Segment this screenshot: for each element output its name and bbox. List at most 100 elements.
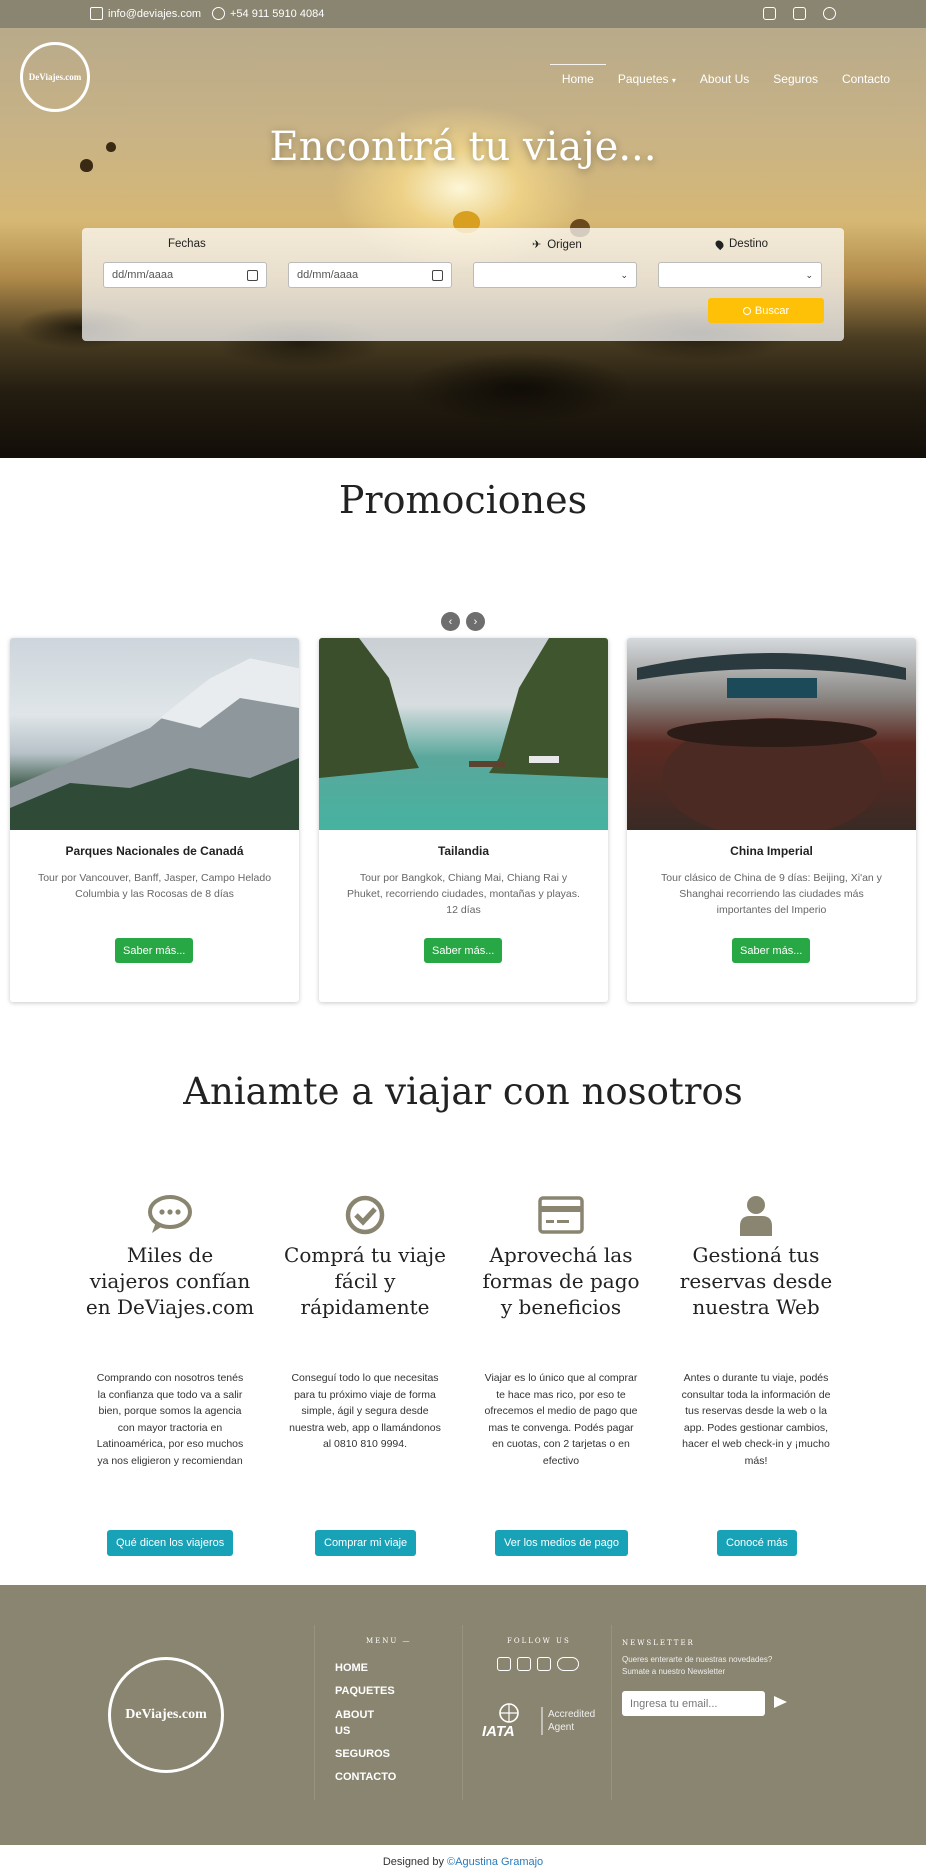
saber-mas-button[interactable]: Saber más... <box>732 938 811 963</box>
calendar-icon[interactable] <box>432 269 443 281</box>
nav-paquetes[interactable]: Paquetes ▾ <box>606 70 688 90</box>
conoce-mas-button[interactable]: Conocé más <box>717 1530 797 1556</box>
ver-medios-pago-button[interactable]: Ver los medios de pago <box>495 1530 628 1556</box>
newsletter-description: Queres enterarte de nuestras novedades? … <box>622 1654 772 1678</box>
footer-menu-heading: MENU — <box>366 1637 412 1645</box>
chevron-left-icon: ‹ <box>448 615 453 628</box>
feature-title: Comprá tu viaje fácil y rápidamente <box>284 1243 446 1319</box>
date-from-placeholder: dd/mm/aaaa <box>112 269 174 281</box>
phone-contact[interactable]: +54 911 5910 4084 <box>212 7 324 20</box>
iata-agent: Agent <box>548 1722 575 1733</box>
temple-illustration <box>637 653 906 830</box>
comprar-mi-viaje-button[interactable]: Comprar mi viaje <box>315 1530 417 1556</box>
footer-divider <box>611 1625 612 1800</box>
china-temple-image <box>627 638 916 830</box>
feature-text: Viajar es lo único que al comprar te hac… <box>484 1372 638 1467</box>
feature-pago: Aprovechá las formas de pago y beneficio… <box>476 1194 646 1467</box>
feature-reservas: Gestioná tus reservas desde nuestra Web … <box>671 1194 841 1467</box>
top-social-links <box>763 7 836 20</box>
caret-down-icon: ▾ <box>671 76 676 85</box>
footer-logo[interactable]: DeViajes.com <box>108 1657 224 1773</box>
nav-seguros[interactable]: Seguros <box>761 70 830 90</box>
iata-accredited: Accredited <box>548 1709 596 1720</box>
footer-follow-heading: FOLLOW US <box>507 1637 571 1645</box>
promo-card-canada: Parques Nacionales de Canadá Tour por Va… <box>10 638 299 1002</box>
facebook-icon[interactable] <box>793 7 806 20</box>
send-icon[interactable] <box>774 1696 787 1708</box>
check-circle-icon <box>341 1194 389 1236</box>
mountain-illustration <box>10 658 299 830</box>
nav-about-us[interactable]: About Us <box>688 70 761 90</box>
search-button[interactable]: Buscar <box>708 298 824 323</box>
saber-mas-button[interactable]: Saber más... <box>115 938 194 963</box>
fechas-label-text: Fechas <box>168 238 206 250</box>
iata-mark: IATA <box>482 1723 515 1740</box>
que-dicen-viajeros-button[interactable]: Qué dicen los viajeros <box>107 1530 234 1556</box>
feature-title: Aprovechá las formas de pago y beneficio… <box>482 1243 640 1319</box>
footer-menu: HOME PAQUETES ABOUT US SEGUROS CONTACTO <box>335 1657 396 1789</box>
facebook-icon[interactable] <box>497 1657 511 1671</box>
feature-title: Miles de viajeros confían en DeViajes.co… <box>85 1243 255 1319</box>
newsletter-email-input[interactable]: Ingresa tu email... <box>622 1691 765 1716</box>
canada-mountains-image <box>10 638 299 830</box>
card-text: Tour por Bangkok, Chiang Mai, Chiang Rai… <box>347 872 580 916</box>
feature-title: Gestioná tus reservas desde nuestra Web <box>679 1243 833 1319</box>
plane-icon: ✈ <box>532 239 542 251</box>
designer-link[interactable]: ©Agustina Gramajo <box>447 1856 543 1868</box>
nav-contacto[interactable]: Contacto <box>830 70 902 90</box>
footer-link-about-us[interactable]: ABOUT US <box>335 1703 377 1743</box>
saber-mas-button[interactable]: Saber más... <box>424 938 503 963</box>
whatsapp-icon <box>212 7 225 20</box>
feature-text: Antes o durante tu viaje, podés consulta… <box>681 1372 831 1467</box>
footer-divider <box>462 1625 463 1800</box>
feature-comprar: Comprá tu viaje fácil y rápidamente Cons… <box>280 1194 450 1450</box>
date-from-input[interactable]: dd/mm/aaaa <box>103 262 267 288</box>
card-title: Tailandia <box>437 844 490 858</box>
pinterest-icon[interactable] <box>823 7 836 20</box>
footer-link-contacto[interactable]: CONTACTO <box>335 1766 396 1789</box>
tripadvisor-icon[interactable] <box>557 1657 579 1671</box>
chat-bubble-icon <box>146 1194 194 1236</box>
search-icon <box>742 306 751 315</box>
cliffs-illustration <box>319 638 608 778</box>
nav-home[interactable]: Home <box>549 64 606 86</box>
iata-accredited-badge: IATA Accredited Agent <box>478 1701 598 1741</box>
credit-prefix: Designed by <box>382 1856 448 1868</box>
footer-link-home[interactable]: HOME <box>335 1657 396 1680</box>
twitter-icon[interactable] <box>517 1657 531 1671</box>
date-to-input[interactable]: dd/mm/aaaa <box>288 262 452 288</box>
email-text: info@deviajes.com <box>108 7 202 20</box>
footer-link-paquetes[interactable]: PAQUETES <box>335 1680 396 1703</box>
footer-link-seguros[interactable]: SEGUROS <box>335 1743 396 1766</box>
email-contact[interactable]: info@deviajes.com <box>90 7 201 20</box>
promo-card-tailandia: Tailandia Tour por Bangkok, Chiang Mai, … <box>319 638 608 1002</box>
instagram-icon[interactable] <box>537 1657 551 1671</box>
destino-select[interactable]: ⌄ <box>658 262 822 288</box>
site-logo[interactable]: DeViajes.com <box>20 42 90 112</box>
chevron-down-icon: ⌄ <box>805 269 813 280</box>
promo-card-china: China Imperial Tour clásico de China de … <box>627 638 916 1002</box>
carousel-prev-button[interactable]: ‹ <box>441 612 460 631</box>
card-text: Tour clásico de China de 9 días: Beijing… <box>661 872 882 916</box>
destino-label-text: Destino <box>729 238 768 250</box>
feature-text: Comprando con nosotros tenés la confianz… <box>96 1372 244 1467</box>
feature-text: Conseguí todo lo que necesitas para tu p… <box>289 1372 441 1450</box>
designer-credit: Designed by ©Agustina Gramajo <box>0 1856 926 1868</box>
logo-text: DeViajes.com <box>28 72 82 82</box>
fechas-label: Fechas <box>168 238 206 250</box>
chevron-down-icon: ⌄ <box>620 269 628 280</box>
top-bar: info@deviajes.com +54 911 5910 4084 <box>0 0 926 28</box>
newsletter-line-2: Sumate a nuestro Newsletter <box>622 1667 726 1676</box>
search-button-label: Buscar <box>754 304 790 317</box>
newsletter-line-1: Queres enterarte de nuestras novedades? <box>622 1655 773 1664</box>
instagram-icon[interactable] <box>763 7 776 20</box>
origen-select[interactable]: ⌄ <box>473 262 637 288</box>
newsletter-placeholder: Ingresa tu email... <box>630 1697 718 1710</box>
calendar-icon[interactable] <box>247 269 258 281</box>
features-title: Aniamte a viajar con nosotros <box>183 1070 743 1113</box>
chevron-right-icon: › <box>473 615 478 628</box>
footer-newsletter-heading: NEWSLETTER <box>622 1639 695 1647</box>
carousel-next-button[interactable]: › <box>466 612 485 631</box>
footer-social-links <box>497 1657 579 1671</box>
hero-title: Encontrá tu viaje... <box>269 124 657 170</box>
